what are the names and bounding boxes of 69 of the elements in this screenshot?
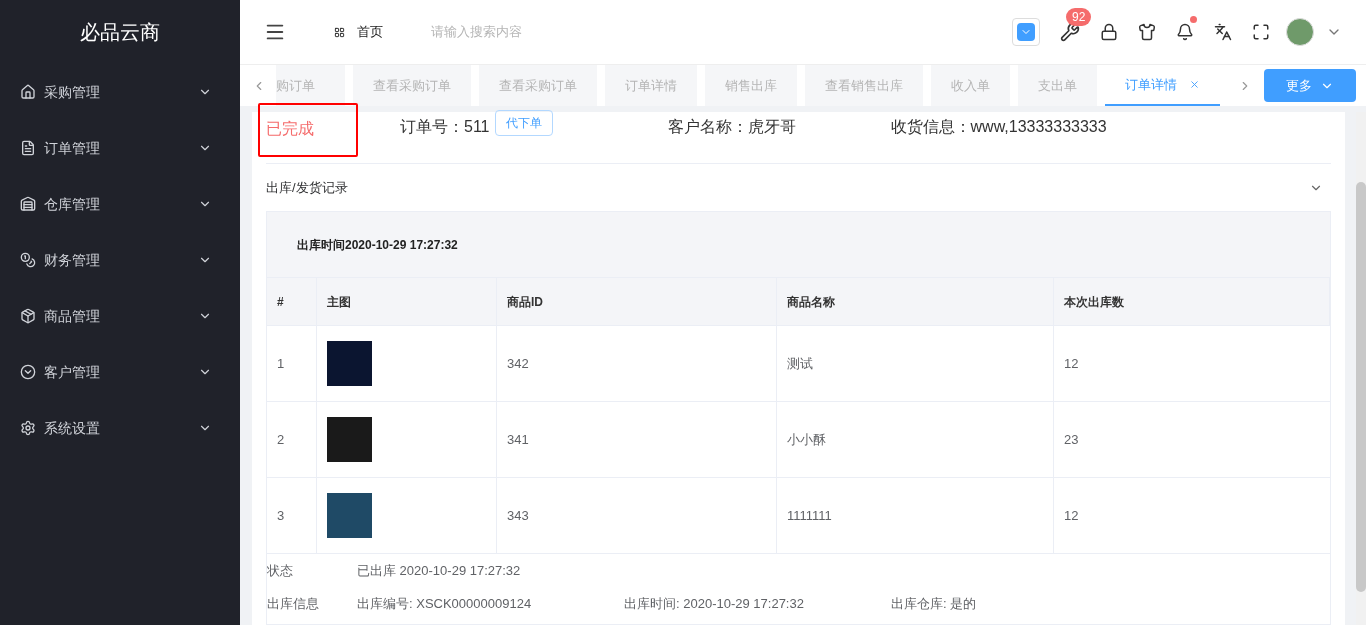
breadcrumb-link[interactable]: 首页 bbox=[357, 22, 383, 42]
info-value: 出库仓库: 是的 bbox=[891, 595, 978, 614]
order-status: 已完成 bbox=[266, 119, 315, 139]
user-avatar[interactable] bbox=[1286, 18, 1314, 46]
sidebar-label: 客户管理 bbox=[44, 362, 101, 382]
shirt-icon[interactable] bbox=[1138, 23, 1156, 41]
more-button[interactable]: 更多 bbox=[1264, 69, 1356, 102]
table-cell: 343 bbox=[497, 478, 777, 553]
wrench-icon[interactable] bbox=[1060, 22, 1080, 42]
sidebar-item[interactable]: 仓库管理 bbox=[0, 176, 240, 232]
page-tab[interactable]: 订单详情 bbox=[605, 65, 697, 106]
photo-placeholder bbox=[327, 341, 372, 386]
photo-placeholder bbox=[327, 417, 372, 462]
lock-icon[interactable] bbox=[1100, 23, 1118, 41]
settings-icon bbox=[20, 420, 36, 436]
close-icon[interactable] bbox=[1189, 79, 1200, 90]
coins-icon bbox=[20, 252, 36, 268]
info-value: 出库时间: 2020-10-29 17:27:32 bbox=[624, 595, 805, 614]
app-logo: 必品云商 bbox=[80, 20, 160, 45]
house-icon bbox=[20, 84, 36, 100]
table-cell: 3 bbox=[267, 478, 317, 553]
sidebar-item[interactable]: 订单管理 bbox=[0, 120, 240, 176]
record-time: 出库时间2020-10-29 17:27:32 bbox=[297, 236, 458, 254]
customer-name: 客户名称：虎牙哥 bbox=[667, 117, 796, 137]
table-cell-text: 12 bbox=[1063, 506, 1080, 525]
sidebar-item[interactable]: 商品管理 bbox=[0, 288, 240, 344]
page-tab[interactable]: 购订单 bbox=[276, 65, 345, 106]
page-tab[interactable]: 支出单 bbox=[1018, 65, 1097, 106]
section-header[interactable]: 出库/发货记录 bbox=[266, 163, 1331, 211]
document-icon bbox=[20, 140, 36, 156]
table-cell: 1111111 bbox=[777, 478, 1054, 553]
page-tab[interactable]: 收入单 bbox=[931, 65, 1010, 106]
sidebar-label: 订单管理 bbox=[44, 138, 101, 158]
scrollbar-thumb[interactable] bbox=[1356, 182, 1366, 592]
grid-icon bbox=[334, 26, 345, 38]
page-tab[interactable]: 查看采购订单 bbox=[479, 65, 597, 106]
search-field[interactable]: 请输入搜索内容 bbox=[431, 22, 631, 42]
table-cell-text: 12 bbox=[1063, 354, 1080, 373]
sidebar-item[interactable]: 采购管理 bbox=[0, 64, 240, 120]
scrollbar[interactable] bbox=[1356, 112, 1366, 625]
shipping-info: 收货信息：www,13333333333 bbox=[890, 117, 1107, 137]
dropdown-toggle[interactable] bbox=[1012, 18, 1040, 46]
fullscreen-icon[interactable] bbox=[1252, 23, 1270, 41]
sidebar-label: 系统设置 bbox=[44, 418, 101, 438]
sidebar-item[interactable]: 财务管理 bbox=[0, 232, 240, 288]
photo-placeholder bbox=[327, 493, 372, 538]
place-order-button[interactable]: 代下单 bbox=[494, 110, 553, 136]
sidebar-label: 采购管理 bbox=[44, 82, 101, 102]
sidebar-label: 财务管理 bbox=[44, 250, 101, 270]
sidebar-label: 商品管理 bbox=[44, 306, 101, 326]
sidebar-item[interactable]: 系统设置 bbox=[0, 400, 240, 456]
circle-chevron-icon bbox=[20, 364, 36, 380]
section-title: 出库/发货记录 bbox=[266, 178, 349, 197]
sidebar-label: 仓库管理 bbox=[44, 194, 101, 214]
status-value: 已出库 2020-10-29 17:27:32 bbox=[357, 562, 521, 581]
table-cell-text: 23 bbox=[1063, 430, 1080, 449]
status-label: 状态 bbox=[267, 562, 294, 581]
bell-icon[interactable] bbox=[1176, 23, 1194, 41]
page-tab[interactable]: 查看销售出库 bbox=[805, 65, 923, 106]
info-label: 出库信息 bbox=[267, 595, 320, 614]
box-icon bbox=[20, 308, 36, 324]
page-tab[interactable]: 查看采购订单 bbox=[353, 65, 471, 106]
info-value: 出库编号: XSCK00000009124 bbox=[357, 595, 533, 614]
count-badge: 92 bbox=[1066, 8, 1092, 26]
warehouse-icon bbox=[20, 196, 36, 212]
order-number: 订单号：511 bbox=[400, 117, 490, 137]
translate-icon[interactable] bbox=[1214, 23, 1232, 41]
sidebar-item[interactable]: 客户管理 bbox=[0, 344, 240, 400]
page-tab[interactable]: 销售出库 bbox=[705, 65, 797, 106]
